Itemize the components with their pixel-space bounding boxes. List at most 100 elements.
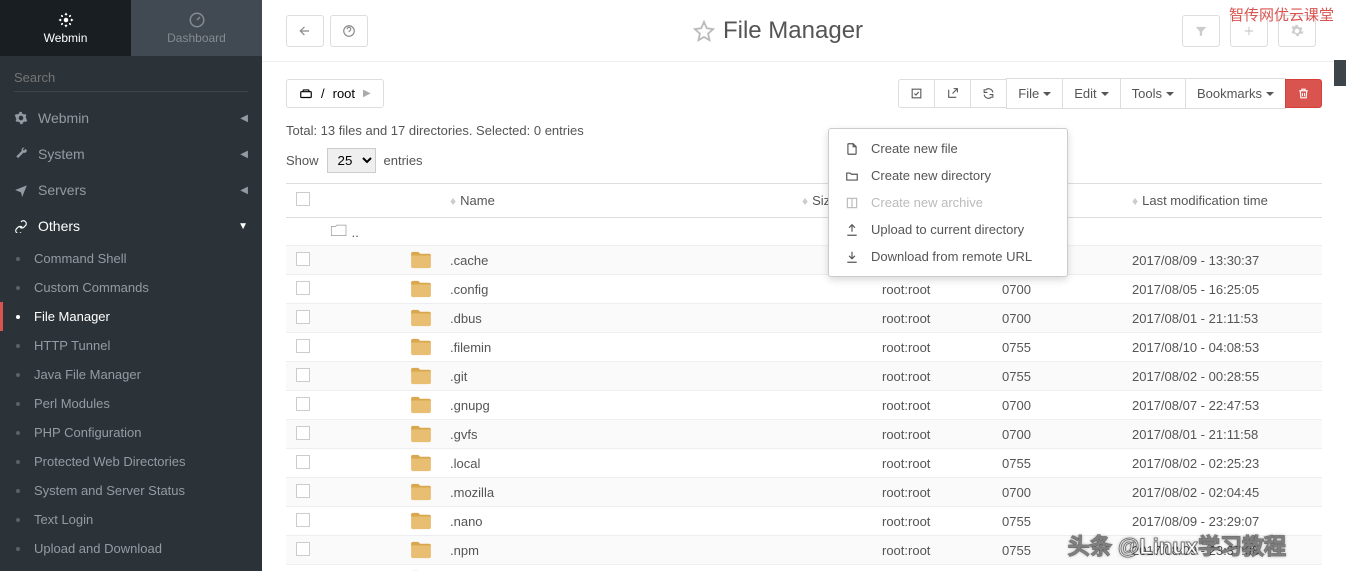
table-row[interactable]: .gitroot:root07552017/08/02 - 00:28:55 bbox=[286, 362, 1322, 391]
watermark-top: 智传网优云课堂 bbox=[1229, 4, 1334, 25]
file-name[interactable]: .cache bbox=[440, 246, 792, 275]
breadcrumb-sep: / bbox=[321, 86, 325, 101]
breadcrumb[interactable]: / root ▶ bbox=[286, 79, 384, 108]
file-name[interactable]: .filemin bbox=[440, 333, 792, 362]
col-icon bbox=[320, 184, 440, 218]
wrench-icon bbox=[14, 147, 28, 161]
section-servers-label: Servers bbox=[38, 182, 86, 198]
sidebar-item-protected-web-directories[interactable]: Protected Web Directories bbox=[0, 447, 262, 476]
star-icon[interactable] bbox=[693, 20, 715, 42]
col-name[interactable]: ♦Name bbox=[440, 184, 792, 218]
dashboard-icon bbox=[188, 11, 206, 29]
tab-dashboard[interactable]: Dashboard bbox=[131, 0, 262, 56]
table-row[interactable]: .localroot:root07552017/08/02 - 02:25:23 bbox=[286, 449, 1322, 478]
tools-menu-button[interactable]: Tools bbox=[1120, 78, 1186, 109]
col-checkbox[interactable] bbox=[286, 184, 320, 218]
file-name[interactable]: .dbus bbox=[440, 304, 792, 333]
page-title-wrap: File Manager bbox=[374, 17, 1182, 45]
search-input[interactable] bbox=[14, 64, 248, 92]
sidebar-item-system-and-server-status[interactable]: System and Server Status bbox=[0, 476, 262, 505]
menu-new-file[interactable]: Create new file bbox=[829, 135, 1067, 162]
file-name[interactable]: .gnupg bbox=[440, 391, 792, 420]
bookmarks-menu-button[interactable]: Bookmarks bbox=[1185, 78, 1286, 109]
row-checkbox[interactable] bbox=[296, 281, 310, 295]
section-networking[interactable]: Networking ◀ bbox=[0, 563, 262, 571]
gear-icon bbox=[14, 111, 28, 125]
table-row[interactable]: .gnupgroot:root07002017/08/07 - 22:47:53 bbox=[286, 391, 1322, 420]
show-entries: Show 25 entries bbox=[286, 148, 1322, 173]
row-checkbox[interactable] bbox=[296, 426, 310, 440]
section-others-label: Others bbox=[38, 218, 80, 234]
file-name[interactable]: .gvfs bbox=[440, 420, 792, 449]
file-toolbar: File Edit Tools Bookmarks bbox=[899, 78, 1322, 109]
table-row[interactable]: .dbusroot:root07002017/08/01 - 21:11:53 bbox=[286, 304, 1322, 333]
chevron-right-icon: ▶ bbox=[363, 88, 371, 99]
sidebar-item-java-file-manager[interactable]: Java File Manager bbox=[0, 360, 262, 389]
refresh-button[interactable] bbox=[970, 79, 1007, 108]
export-button[interactable] bbox=[934, 79, 971, 108]
row-checkbox[interactable] bbox=[296, 339, 310, 353]
row-checkbox[interactable] bbox=[296, 542, 310, 556]
webmin-icon bbox=[57, 11, 75, 29]
help-button[interactable] bbox=[330, 15, 368, 47]
sidebar-item-upload-and-download[interactable]: Upload and Download bbox=[0, 534, 262, 563]
sidebar-item-perl-modules[interactable]: Perl Modules bbox=[0, 389, 262, 418]
sidebar-item-text-login[interactable]: Text Login bbox=[0, 505, 262, 534]
disk-icon bbox=[299, 87, 313, 101]
section-others[interactable]: Others ▼ bbox=[0, 208, 262, 244]
file-name[interactable]: .npm bbox=[440, 536, 792, 565]
table-row[interactable]: .gvfsroot:root07002017/08/01 - 21:11:58 bbox=[286, 420, 1322, 449]
others-submenu: Command ShellCustom CommandsFile Manager… bbox=[0, 244, 262, 563]
sidebar-item-custom-commands[interactable]: Custom Commands bbox=[0, 273, 262, 302]
content: / root ▶ File Edit Tools Bookmarks Total… bbox=[262, 62, 1346, 571]
row-checkbox[interactable] bbox=[296, 368, 310, 382]
sidebar-item-php-configuration[interactable]: PHP Configuration bbox=[0, 418, 262, 447]
side-collapse-tab[interactable] bbox=[1334, 60, 1346, 86]
sidebar-item-file-manager[interactable]: File Manager bbox=[0, 302, 262, 331]
table-row[interactable]: .mozillaroot:root07002017/08/02 - 02:04:… bbox=[286, 478, 1322, 507]
file-table: ♦Name ♦Size ons ♦Last modification time … bbox=[286, 183, 1322, 571]
row-checkbox[interactable] bbox=[296, 397, 310, 411]
table-row[interactable]: .venvroot:root07552017/08/05 - 11:53 bbox=[286, 565, 1322, 571]
menu-new-dir[interactable]: Create new directory bbox=[829, 162, 1067, 189]
link-icon bbox=[14, 219, 28, 233]
sidebar-tabs: Webmin Dashboard bbox=[0, 0, 262, 56]
back-button[interactable] bbox=[286, 15, 324, 47]
section-system-label: System bbox=[38, 146, 85, 162]
menu-upload[interactable]: Upload to current directory bbox=[829, 216, 1067, 243]
parent-dir[interactable]: .. bbox=[352, 225, 359, 240]
menu-download[interactable]: Download from remote URL bbox=[829, 243, 1067, 270]
row-checkbox[interactable] bbox=[296, 513, 310, 527]
delete-button[interactable] bbox=[1285, 79, 1322, 108]
page-title: File Manager bbox=[723, 17, 863, 45]
row-checkbox[interactable] bbox=[296, 310, 310, 324]
file-name[interactable]: .nano bbox=[440, 507, 792, 536]
filter-button[interactable] bbox=[1182, 15, 1220, 47]
sidebar-search-wrap bbox=[0, 56, 262, 100]
edit-menu-button[interactable]: Edit bbox=[1062, 78, 1120, 109]
file-name[interactable]: .git bbox=[440, 362, 792, 391]
file-dropdown: Create new file Create new directory Cre… bbox=[828, 128, 1068, 277]
breadcrumb-root[interactable]: root bbox=[333, 86, 355, 101]
select-all-button[interactable] bbox=[898, 79, 935, 108]
file-name[interactable]: .venv bbox=[440, 565, 792, 571]
file-name[interactable]: .mozilla bbox=[440, 478, 792, 507]
sidebar-item-http-tunnel[interactable]: HTTP Tunnel bbox=[0, 331, 262, 360]
table-row[interactable]: .cacheroot:root07002017/08/09 - 13:30:37 bbox=[286, 246, 1322, 275]
table-row[interactable]: .configroot:root07002017/08/05 - 16:25:0… bbox=[286, 275, 1322, 304]
file-name[interactable]: .local bbox=[440, 449, 792, 478]
table-row[interactable]: .fileminroot:root07552017/08/10 - 04:08:… bbox=[286, 333, 1322, 362]
row-checkbox[interactable] bbox=[296, 455, 310, 469]
file-name[interactable]: .config bbox=[440, 275, 792, 304]
row-checkbox[interactable] bbox=[296, 252, 310, 266]
section-system[interactable]: System ◀ bbox=[0, 136, 262, 172]
row-checkbox[interactable] bbox=[296, 484, 310, 498]
section-webmin[interactable]: Webmin ◀ bbox=[0, 100, 262, 136]
entries-select[interactable]: 25 bbox=[327, 148, 376, 173]
col-modified[interactable]: ♦Last modification time bbox=[1122, 184, 1322, 218]
folder-up-icon bbox=[330, 223, 348, 237]
sidebar-item-command-shell[interactable]: Command Shell bbox=[0, 244, 262, 273]
tab-webmin[interactable]: Webmin bbox=[0, 0, 131, 56]
section-servers[interactable]: Servers ◀ bbox=[0, 172, 262, 208]
file-menu-button[interactable]: File bbox=[1006, 78, 1063, 109]
